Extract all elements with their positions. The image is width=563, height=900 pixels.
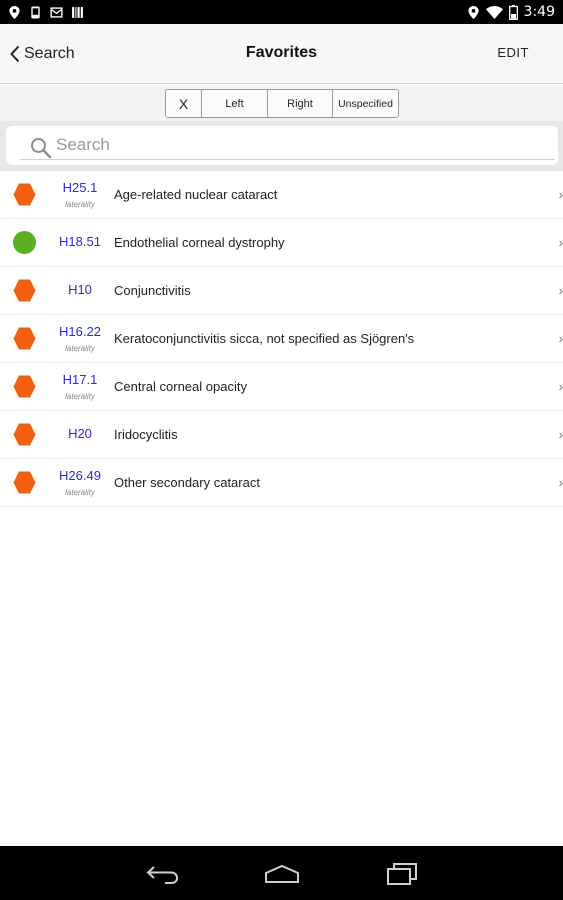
back-button[interactable]: Search xyxy=(10,42,75,66)
code-cell: H16.22 laterality xyxy=(52,315,108,363)
search-input[interactable] xyxy=(56,132,536,158)
wifi-icon xyxy=(485,5,503,19)
chevron-right-icon: › xyxy=(558,187,563,202)
favorite-row[interactable]: H18.51 Endothelial corneal dystrophy › xyxy=(0,219,563,267)
laterality-segmented-control: X Left Right Unspecified xyxy=(165,89,399,118)
system-nav-bar xyxy=(0,846,563,900)
filter-unspecified-button[interactable]: Unspecified xyxy=(333,90,398,117)
chevron-right-icon: › xyxy=(558,379,563,394)
barcode-icon xyxy=(72,6,83,18)
battery-icon xyxy=(508,4,518,20)
mail-icon xyxy=(50,6,63,18)
nav-bar: Search Favorites EDIT xyxy=(0,24,563,84)
orange-hexagon-icon xyxy=(13,375,36,398)
icd-code: H25.1 xyxy=(62,180,98,195)
filter-left-button[interactable]: Left xyxy=(202,90,268,117)
laterality-filter-bar: X Left Right Unspecified xyxy=(0,85,563,121)
laterality-label: laterality xyxy=(65,344,95,353)
code-cell: H10 xyxy=(52,267,108,315)
green-circle-icon xyxy=(13,231,36,254)
chevron-right-icon: › xyxy=(558,331,563,346)
code-cell: H26.49 laterality xyxy=(52,459,108,507)
diagnosis-description: Conjunctivitis xyxy=(114,283,191,298)
search-bar xyxy=(0,121,563,171)
orange-hexagon-icon xyxy=(13,279,36,302)
code-cell: H20 xyxy=(52,411,108,459)
status-bar: 3:49 xyxy=(0,0,563,24)
icd-code: H16.22 xyxy=(59,324,101,339)
favorite-row[interactable]: H20 Iridocyclitis › xyxy=(0,411,563,459)
orange-hexagon-icon xyxy=(13,423,36,446)
chevron-right-icon: › xyxy=(558,283,563,298)
favorite-row[interactable]: H17.1 laterality Central corneal opacity › xyxy=(0,363,563,411)
diagnosis-description: Other secondary cataract xyxy=(114,475,260,490)
device-icon xyxy=(31,5,40,19)
search-icon xyxy=(31,138,52,159)
back-nav-icon[interactable] xyxy=(145,863,181,885)
icd-code: H10 xyxy=(68,282,92,297)
orange-hexagon-icon xyxy=(13,327,36,350)
orange-hexagon-icon xyxy=(13,471,36,494)
chevron-right-icon: › xyxy=(558,427,563,442)
page-title: Favorites xyxy=(245,44,318,61)
favorites-list: H25.1 laterality Age-related nuclear catar… xyxy=(0,171,563,507)
location-icon xyxy=(467,5,479,19)
icd-code: H18.51 xyxy=(59,234,101,249)
back-label: Search xyxy=(24,45,75,62)
laterality-label: laterality xyxy=(65,392,95,401)
chevron-right-icon: › xyxy=(558,475,563,490)
filter-right-button[interactable]: Right xyxy=(268,90,333,117)
code-cell: H18.51 xyxy=(52,219,108,267)
filter-x-button[interactable]: X xyxy=(166,90,202,117)
favorite-row[interactable]: H10 Conjunctivitis › xyxy=(0,267,563,315)
chevron-right-icon: › xyxy=(558,235,563,250)
location-icon xyxy=(9,5,20,19)
orange-hexagon-icon xyxy=(13,183,36,206)
home-nav-icon[interactable] xyxy=(263,863,301,885)
favorite-row[interactable]: H25.1 laterality Age-related nuclear catar… xyxy=(0,171,563,219)
recent-apps-nav-icon[interactable] xyxy=(385,862,419,886)
diagnosis-description: Age-related nuclear cataract xyxy=(114,187,278,202)
system-icons: 3:49 xyxy=(467,4,555,20)
laterality-label: laterality xyxy=(65,488,95,497)
diagnosis-description: Central corneal opacity xyxy=(114,379,247,394)
edit-button[interactable]: EDIT xyxy=(497,45,529,60)
favorite-row[interactable]: H26.49 laterality Other secondary cataract… xyxy=(0,459,563,507)
favorite-row[interactable]: H16.22 laterality Keratoconjunctivitis sic… xyxy=(0,315,563,363)
diagnosis-description: Keratoconjunctivitis sicca, not specifie… xyxy=(114,331,415,346)
code-cell: H25.1 laterality xyxy=(52,171,108,219)
laterality-label: laterality xyxy=(65,200,95,209)
icd-code: H20 xyxy=(68,426,92,441)
notification-icons xyxy=(8,5,84,19)
search-box xyxy=(6,126,558,165)
chevron-left-icon xyxy=(10,45,20,63)
diagnosis-description: Iridocyclitis xyxy=(114,427,178,442)
clock: 3:49 xyxy=(523,4,555,20)
code-cell: H17.1 laterality xyxy=(52,363,108,411)
icd-code: H17.1 xyxy=(62,372,98,387)
icd-code: H26.49 xyxy=(59,468,101,483)
search-underline xyxy=(20,159,555,160)
diagnosis-description: Endothelial corneal dystrophy xyxy=(114,235,285,250)
